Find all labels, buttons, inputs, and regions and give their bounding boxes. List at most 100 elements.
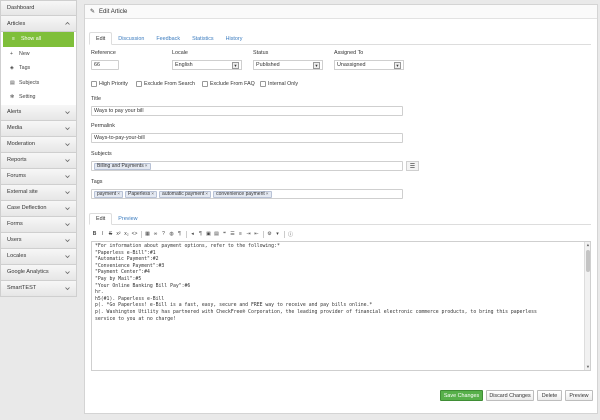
tab-feedback[interactable]: Feedback: [150, 32, 186, 45]
globe-icon[interactable]: ◍: [168, 230, 175, 238]
remove-tag-icon[interactable]: ×: [205, 192, 208, 197]
article-body-editor[interactable]: *For information about payment options, …: [91, 241, 591, 371]
chevron-down-icon: [63, 220, 71, 228]
chevron-down-icon: [63, 108, 71, 116]
chevron-down-icon: ▼: [313, 61, 320, 69]
reference-field[interactable]: 66: [91, 60, 119, 70]
editor-tab-preview[interactable]: Preview: [112, 213, 143, 225]
scroll-thumb[interactable]: [586, 250, 590, 272]
sidebar-item-google-analytics[interactable]: Google Analytics: [0, 264, 77, 281]
discard-changes-button[interactable]: Discard Changes: [486, 390, 534, 401]
tags-field[interactable]: payment × Paperless × automatic payment × c…: [91, 189, 403, 199]
editor-line: "Convenience Payment":#3: [95, 263, 165, 269]
italic-icon[interactable]: I: [99, 230, 106, 238]
tab-discussion[interactable]: Discussion: [112, 32, 150, 45]
article-tabs: Edit Discussion Feedback Statistics Hist…: [89, 32, 591, 45]
table-icon[interactable]: ▦: [144, 230, 151, 238]
image-icon[interactable]: ▣: [205, 230, 212, 238]
arrow-left-icon[interactable]: ◂: [189, 230, 196, 238]
chevron-down-icon: [63, 156, 71, 164]
help-icon[interactable]: ?: [160, 230, 167, 238]
sidebar-item-external-site[interactable]: External site: [0, 184, 77, 201]
exclude-from-search-checkbox[interactable]: Exclude From Search: [136, 81, 195, 87]
title-field[interactable]: Ways to pay your bill: [91, 106, 403, 116]
sidebar-subitem-subjects[interactable]: ▤ Subjects: [1, 76, 76, 91]
bold-icon[interactable]: B: [91, 230, 98, 238]
sidebar-item-alerts[interactable]: Alerts: [0, 104, 77, 121]
sidebar-item-case-deflection[interactable]: Case Deflection: [0, 200, 77, 217]
link-icon[interactable]: ∞: [152, 230, 159, 238]
title-label: Title: [91, 96, 101, 102]
editor-line: "Your Online Banking Bill Pay":#6: [95, 283, 191, 289]
delete-button[interactable]: Delete: [537, 390, 562, 401]
internal-only-checkbox[interactable]: Internal Only: [260, 81, 298, 87]
chevron-up-icon: [63, 20, 71, 28]
assigned-to-select[interactable]: Unassigned ▼: [334, 60, 404, 70]
remove-subject-icon[interactable]: ×: [145, 164, 148, 169]
gear-icon: ✻: [10, 94, 15, 101]
sidebar-item-locales[interactable]: Locales: [0, 248, 77, 265]
editor-tab-edit[interactable]: Edit: [89, 213, 113, 225]
sidebar-item-articles[interactable]: Articles: [0, 16, 77, 32]
quote-icon[interactable]: ❝: [221, 230, 228, 238]
preview-button[interactable]: Preview: [565, 390, 593, 401]
sidebar-item-moderation[interactable]: Moderation: [0, 136, 77, 153]
tag-token: payment ×: [94, 190, 123, 198]
sidebar-item-reports[interactable]: Reports: [0, 152, 77, 169]
superscript-icon[interactable]: x²: [115, 230, 122, 238]
subjects-field[interactable]: Billing and Payments ×: [91, 161, 403, 171]
sidebar-item-media[interactable]: Media: [0, 120, 77, 137]
sidebar-item-users[interactable]: Users: [0, 232, 77, 249]
scroll-down-icon[interactable]: ▼: [585, 364, 590, 370]
sidebar-subitem-setting[interactable]: ✻ Setting: [1, 90, 76, 105]
editor-toolbar: B I S x² x₂ <> ▦ ∞ ? ◍ ¶ ◂ ¶ ▣ ▤ ❝ ☰ ≡ ⇥…: [91, 229, 591, 239]
editor-line: p(. *Go Paperless! e-Bill is a fast, eas…: [95, 303, 373, 309]
remove-tag-icon[interactable]: ×: [266, 192, 269, 197]
permalink-field[interactable]: Ways-to-pay-your-bill: [91, 133, 403, 143]
locale-label: Locale: [172, 50, 188, 56]
info-icon[interactable]: ⓘ: [287, 230, 294, 238]
sidebar-subitem-show-all[interactable]: ≡ Show all: [3, 32, 74, 47]
remove-tag-icon[interactable]: ×: [151, 192, 154, 197]
editor-line: "Pay by Mail":#5: [95, 276, 142, 282]
sidebar-item-forms[interactable]: Forms: [0, 216, 77, 233]
subjects-list-button[interactable]: ☰: [406, 161, 419, 171]
remove-tag-icon[interactable]: ×: [117, 192, 120, 197]
save-changes-button[interactable]: Save Changes: [440, 390, 483, 401]
code-icon[interactable]: <>: [131, 230, 138, 238]
indent-icon[interactable]: ⇥: [245, 230, 252, 238]
subjects-label: Subjects: [91, 151, 112, 157]
high-priority-checkbox[interactable]: High Priority: [91, 81, 128, 87]
chevron-down-icon[interactable]: ▾: [274, 230, 281, 238]
edit-icon: ✎: [90, 9, 96, 15]
numbered-list-icon[interactable]: ≡: [237, 230, 244, 238]
editor-scrollbar[interactable]: ▲ ▼: [584, 242, 590, 370]
scroll-up-icon[interactable]: ▲: [585, 242, 590, 248]
editor-line: p(. Washington Utility has partnered wit…: [95, 309, 537, 315]
sidebar-subitem-new[interactable]: + New: [1, 47, 76, 62]
status-label: Status: [253, 50, 269, 56]
bullet-list-icon[interactable]: ☰: [229, 230, 236, 238]
edit-article-panel: ✎ Edit Article Edit Discussion Feedback …: [84, 4, 598, 414]
settings-icon[interactable]: ⚙: [266, 230, 273, 238]
chevron-down-icon: [63, 236, 71, 244]
sidebar-item-forums[interactable]: Forums: [0, 168, 77, 185]
locale-select[interactable]: English ▼: [172, 60, 242, 70]
strikethrough-icon[interactable]: S: [107, 230, 114, 238]
pilcrow-icon[interactable]: ¶: [197, 230, 204, 238]
tab-history[interactable]: History: [220, 32, 249, 45]
sidebar-subitem-tags[interactable]: ◈ Tags: [1, 61, 76, 76]
sidebar-item-smarttest[interactable]: SmartTEST: [0, 280, 77, 297]
tab-edit[interactable]: Edit: [89, 32, 113, 45]
editor-tabs: Edit Preview: [89, 213, 591, 225]
exclude-from-faq-checkbox[interactable]: Exclude From FAQ: [202, 81, 255, 87]
editor-line: service to you at no charge!: [95, 316, 176, 322]
tab-statistics[interactable]: Statistics: [186, 32, 220, 45]
paragraph-icon[interactable]: ¶: [176, 230, 183, 238]
tag-icon: ◈: [10, 65, 14, 72]
media-icon[interactable]: ▤: [213, 230, 220, 238]
status-select[interactable]: Published ▼: [253, 60, 323, 70]
outdent-icon[interactable]: ⇤: [253, 230, 260, 238]
sidebar-item-dashboard[interactable]: Dashboard: [0, 0, 77, 16]
subscript-icon[interactable]: x₂: [123, 230, 130, 238]
